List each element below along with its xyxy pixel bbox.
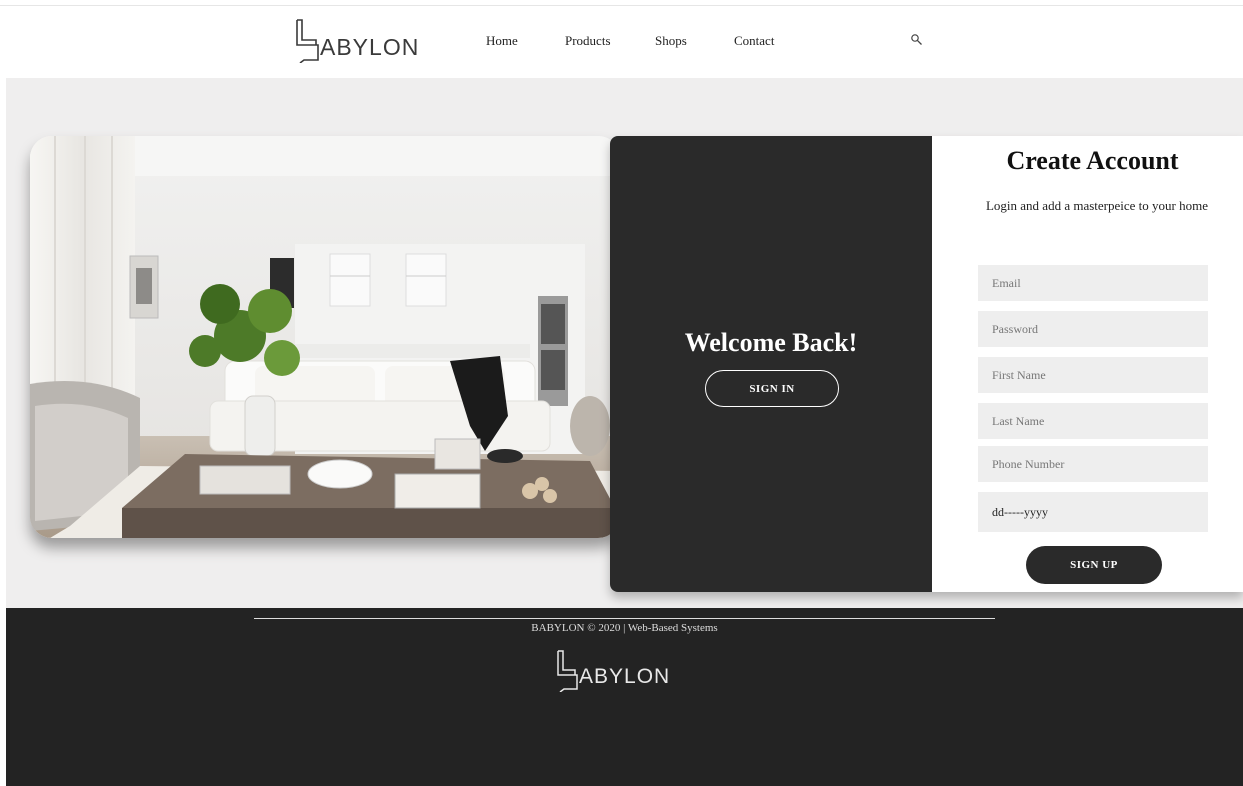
brand-logo[interactable]: ABYLON <box>294 19 419 63</box>
first-name-field[interactable] <box>978 357 1208 393</box>
top-strip <box>0 0 1243 6</box>
signin-button[interactable]: SIGN IN <box>705 370 839 407</box>
logo-mark-icon <box>296 19 319 63</box>
welcome-title: Welcome Back! <box>684 328 858 357</box>
signup-panel: Create Account Login and add a masterpei… <box>932 136 1243 592</box>
password-field[interactable] <box>978 311 1208 347</box>
logo-mark-icon <box>557 650 578 692</box>
footer-logo-text: ABYLON <box>579 665 671 688</box>
nav-home[interactable]: Home <box>486 33 518 49</box>
footer-divider <box>254 618 995 619</box>
navbar: ABYLON Home Products Shops Contact <box>0 7 1243 78</box>
footer: BABYLON © 2020 | Web-Based Systems ABYLO… <box>6 608 1243 786</box>
date-field[interactable] <box>978 492 1208 532</box>
phone-field[interactable] <box>978 446 1208 482</box>
last-name-field[interactable] <box>978 403 1208 439</box>
nav-shops[interactable]: Shops <box>655 33 687 49</box>
logo-text: ABYLON <box>320 33 420 60</box>
create-account-title: Create Account <box>1006 146 1179 175</box>
create-account-subtitle: Login and add a masterpeice to your home <box>985 198 1208 213</box>
welcome-panel: Welcome Back! SIGN IN <box>610 136 932 592</box>
nav-contact[interactable]: Contact <box>734 33 774 49</box>
signup-button[interactable]: SIGN UP <box>1026 546 1162 584</box>
footer-logo: ABYLON <box>555 650 670 692</box>
search-icon[interactable] <box>910 33 924 47</box>
footer-copyright: BABYLON © 2020 | Web-Based Systems <box>531 622 718 634</box>
nav-products[interactable]: Products <box>565 33 611 49</box>
living-room-photo <box>30 136 620 538</box>
email-field[interactable] <box>978 265 1208 301</box>
auth-panel: Welcome Back! SIGN IN Create Account Log… <box>610 136 1243 592</box>
